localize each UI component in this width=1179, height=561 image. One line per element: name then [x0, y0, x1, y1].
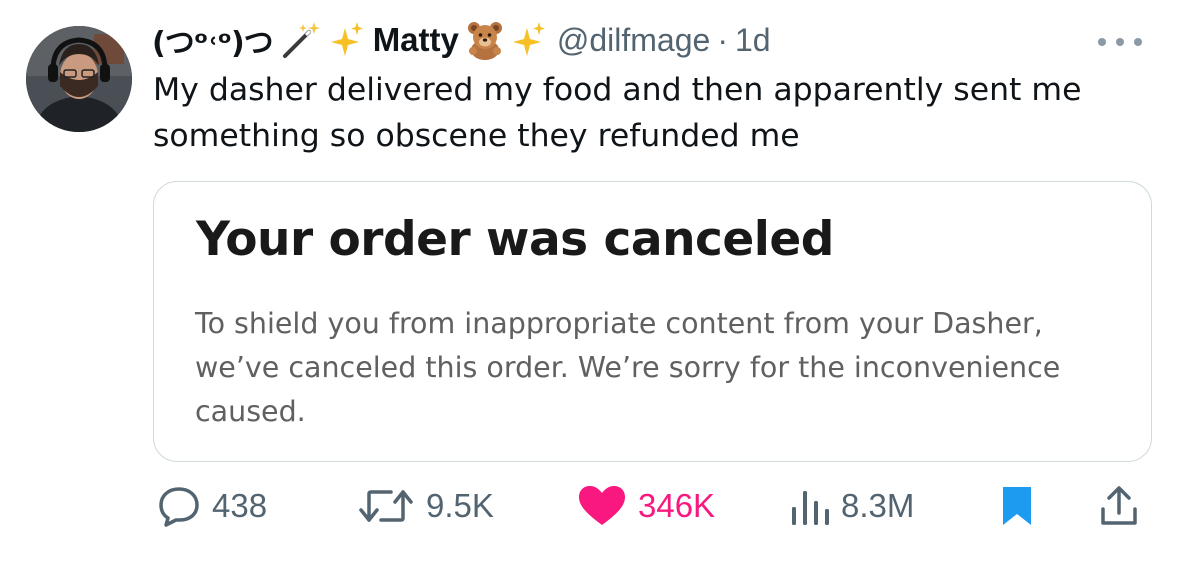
magic-wand-icon [279, 20, 323, 60]
author-handle[interactable]: @dilfmage [557, 22, 710, 59]
avatar-photo-icon [26, 26, 132, 132]
heart-icon [579, 486, 625, 525]
author-kaomoji[interactable]: (つᵒ˓ᵒ)つ [152, 18, 274, 62]
tweet: (つᵒ˓ᵒ)つ Matty @dilfmage · 1d My dasher d… [0, 0, 1179, 561]
like-count: 346K [638, 487, 716, 524]
view-count: 8.3M [841, 487, 915, 524]
bookmark-button[interactable] [1001, 484, 1033, 528]
sparkles-icon [329, 20, 365, 60]
attached-image-card[interactable]: Your order was canceled To shield you fr… [153, 181, 1152, 462]
share-button[interactable] [1099, 484, 1139, 528]
teddy-bear-icon [465, 20, 505, 60]
header-separator: · [717, 21, 728, 58]
sparkles-icon [511, 20, 547, 60]
reply-button[interactable]: 438 [157, 484, 267, 528]
card-body: To shield you from inappropriate content… [195, 307, 1061, 428]
reply-icon [159, 487, 199, 527]
card-title: Your order was canceled [196, 212, 834, 267]
retweet-count: 9.5K [426, 487, 494, 524]
tweet-header: (つᵒ˓ᵒ)つ Matty @dilfmage · 1d [152, 14, 771, 66]
reply-count: 438 [212, 487, 268, 524]
views-icon [792, 491, 829, 525]
tweet-timestamp[interactable]: 1d [735, 22, 771, 59]
tweet-text: My dasher delivered my food and then app… [153, 72, 1082, 154]
author-display-name[interactable]: Matty [373, 21, 459, 59]
bookmark-icon [1003, 487, 1031, 525]
avatar[interactable] [26, 26, 132, 132]
more-icon[interactable] [1098, 34, 1142, 50]
views-button[interactable]: 8.3M [790, 484, 914, 528]
like-button[interactable]: 346K [577, 484, 715, 528]
retweet-icon [359, 490, 413, 522]
retweet-button[interactable]: 9.5K [357, 484, 494, 528]
share-icon [1101, 486, 1137, 525]
